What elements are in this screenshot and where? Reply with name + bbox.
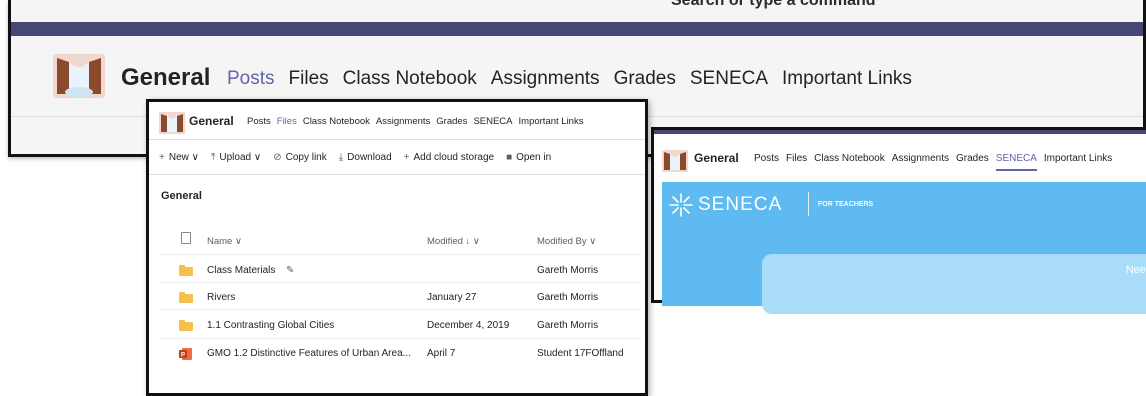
table-row-modified-by: Gareth Morris — [537, 320, 599, 331]
table-row-name[interactable]: GMO 1.2 Distinctive Features of Urban Ar… — [207, 348, 411, 359]
tab-seneca[interactable]: SENECA — [995, 153, 1037, 171]
folder-icon — [179, 292, 193, 303]
column-header-modified[interactable]: Modified ↓ ∨ — [427, 236, 480, 247]
folder-icon — [179, 320, 193, 331]
plus-icon: + — [159, 152, 165, 163]
column-header-name[interactable]: Name ∨ — [207, 236, 242, 247]
app-top-bar — [11, 22, 1143, 36]
chevron-down-icon: ∨ — [191, 152, 199, 163]
files-command-bar: + New ∨ ⤒ Upload ∨ ⊘ Copy link ⤓ Download + A… — [159, 152, 551, 163]
download-icon: ⤓ — [338, 152, 344, 163]
seneca-content: SENECA FOR TEACHERS Need — [662, 182, 1146, 314]
channel-tabs: Posts Files Class Notebook Assignments G… — [227, 68, 912, 90]
table-row-modified: January 27 — [427, 292, 477, 303]
team-logo-icon — [53, 54, 105, 98]
table-row-name[interactable]: 1.1 Contrasting Global Cities — [207, 320, 334, 331]
tab-important-links[interactable]: Important Links — [519, 116, 584, 127]
tab-seneca[interactable]: SENECA — [473, 116, 512, 127]
card-text: Need — [1125, 264, 1146, 276]
pen-icon: ✎ — [286, 265, 295, 276]
tab-files[interactable]: Files — [786, 153, 807, 171]
tab-assignments[interactable]: Assignments — [892, 153, 949, 171]
copy-link-button[interactable]: ⊘ Copy link — [273, 152, 327, 163]
tab-class-notebook[interactable]: Class Notebook — [303, 116, 370, 127]
table-row-name[interactable]: Rivers — [207, 292, 235, 303]
row-divider — [161, 338, 641, 339]
upload-icon: ⤒ — [210, 152, 216, 163]
new-button[interactable]: + New ∨ — [159, 152, 199, 163]
tab-files[interactable]: Files — [277, 116, 297, 127]
app-top-bar — [654, 130, 1146, 134]
plus-icon: + — [403, 152, 410, 163]
channel-tabs: Posts Files Class Notebook Assignments G… — [754, 153, 1112, 171]
tab-important-links[interactable]: Important Links — [782, 68, 912, 90]
tab-important-links[interactable]: Important Links — [1044, 153, 1112, 171]
row-divider — [161, 309, 641, 310]
tab-posts[interactable]: Posts — [227, 68, 275, 90]
table-row-modified-by: Gareth Morris — [537, 265, 599, 276]
files-tab-panel: General Posts Files Class Notebook Assig… — [146, 99, 648, 396]
tab-assignments[interactable]: Assignments — [376, 116, 430, 127]
svg-text:P: P — [181, 353, 185, 359]
upload-button[interactable]: ⤒ Upload ∨ — [211, 152, 261, 163]
link-icon: ⊘ — [273, 152, 282, 163]
file-type-icon — [181, 232, 191, 244]
channel-title: General — [121, 64, 211, 91]
sharepoint-icon: ■ — [506, 152, 513, 163]
table-row-modified-by: Student 17FOffland — [537, 348, 624, 359]
powerpoint-icon: P — [179, 348, 192, 360]
tab-class-notebook[interactable]: Class Notebook — [814, 153, 885, 171]
tab-posts[interactable]: Posts — [754, 153, 779, 171]
row-divider — [161, 254, 641, 255]
row-divider — [161, 282, 641, 283]
search-box-text[interactable]: Search or type a command — [671, 0, 876, 10]
tab-posts[interactable]: Posts — [247, 116, 271, 127]
seneca-tab-panel: General Posts Files Class Notebook Assig… — [651, 127, 1146, 314]
chevron-down-icon: ∨ — [253, 152, 262, 163]
channel-title: General — [189, 114, 234, 128]
seneca-card: Need — [762, 254, 1146, 314]
open-in-button[interactable]: ■ Open in — [506, 152, 551, 163]
brand-separator — [808, 192, 809, 216]
tab-grades[interactable]: Grades — [614, 68, 676, 90]
team-logo-icon — [159, 112, 185, 134]
table-row-modified: April 7 — [427, 348, 456, 359]
breadcrumb[interactable]: General — [161, 190, 202, 202]
table-row-modified-by: Gareth Morris — [537, 292, 599, 303]
command-divider — [149, 174, 645, 175]
channel-tabs: Posts Files Class Notebook Assignments G… — [247, 116, 583, 127]
tab-seneca[interactable]: SENECA — [690, 68, 768, 90]
folder-icon — [179, 265, 193, 276]
tab-files[interactable]: Files — [289, 68, 329, 90]
table-row-name[interactable]: Class Materials — [207, 265, 275, 276]
download-button[interactable]: ⤓ Download — [339, 152, 392, 163]
tab-assignments[interactable]: Assignments — [491, 68, 600, 90]
tab-class-notebook[interactable]: Class Notebook — [343, 68, 477, 90]
seneca-logo-icon — [669, 193, 693, 217]
channel-title: General — [694, 151, 739, 165]
table-row-modified: December 4, 2019 — [427, 320, 510, 331]
tab-grades[interactable]: Grades — [956, 153, 989, 171]
add-cloud-storage-button[interactable]: + Add cloud storage — [404, 152, 494, 163]
tabs-divider — [149, 139, 645, 140]
seneca-brand-name: SENECA — [698, 194, 783, 215]
column-header-modified-by[interactable]: Modified By ∨ — [537, 236, 596, 247]
seneca-brand-subtitle: FOR TEACHERS — [818, 201, 874, 208]
tab-grades[interactable]: Grades — [436, 116, 467, 127]
team-logo-icon — [662, 150, 688, 172]
